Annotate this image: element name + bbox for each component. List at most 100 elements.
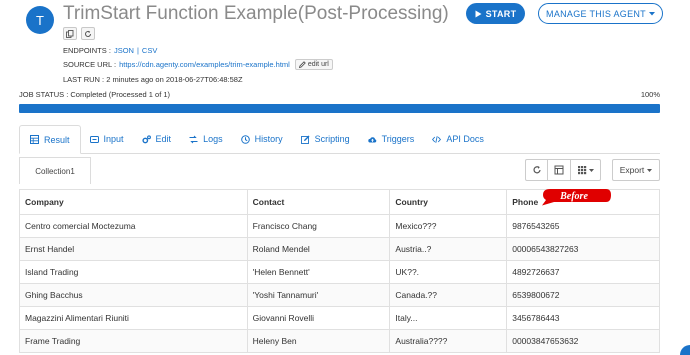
caret-down-icon [648,11,655,15]
list-view-icon [554,165,564,175]
play-icon [475,10,482,17]
manage-agent-button[interactable]: MANAGE THIS AGENT [538,3,663,24]
gears-icon [141,134,151,143]
contact-cell: Francisco Chang [246,214,391,238]
json-endpoint-link[interactable]: JSON [114,46,134,55]
tab-input-label: Input [103,134,124,144]
country-cell: Austria..? [389,237,508,261]
tab-input[interactable]: Input [81,125,133,153]
table-row: Island Trading 'Helen Bennett' UK??. 489… [19,260,660,284]
scroll-corner [680,345,690,355]
company-cell: Island Trading [19,260,248,284]
caret-down-icon [589,168,594,172]
job-status: JOB STATUS : Completed (Processed 1 of 1… [19,90,171,99]
tab-result-label: Result [44,134,70,145]
page-title: TrimStart Function Example(Post-Processi… [63,3,449,24]
csv-endpoint-link[interactable]: CSV [142,46,157,55]
agent-tabs: Result Input Edit Logs History Scripting… [19,125,660,154]
endpoints-row: ENDPOINTS : JSON | CSV [63,46,157,55]
column-header-contact[interactable]: Contact [246,189,391,215]
country-cell: Australia???? [389,329,508,353]
table-row: Ghing Bacchus 'Yoshi Tannamuri' Canada.?… [19,283,660,307]
logs-icon [189,135,198,143]
tab-logs[interactable]: Logs [180,125,232,153]
contact-cell: 'Helen Bennett' [246,260,391,284]
source-url-row: SOURCE URL : https://cdn.agenty.com/exam… [63,59,333,70]
result-table: Company Contact Country Phone Centro com… [19,189,660,353]
country-cell: Italy... [389,306,508,330]
job-percent: 100% [640,90,660,99]
job-progress-bar [19,104,660,113]
toggle-view-button[interactable] [548,159,571,181]
source-url-label: SOURCE URL : [63,60,117,69]
tab-edit[interactable]: Edit [133,125,181,153]
caret-down-icon [647,168,653,172]
company-cell: Frame Trading [19,329,248,353]
contact-cell: Heleny Ben [246,329,391,353]
table-row: Ernst Handel Roland Mendel Austria..? 00… [19,237,660,261]
source-url-link[interactable]: https://cdn.agenty.com/examples/trim-exa… [119,60,290,69]
start-label: START [485,8,517,19]
refresh-icon[interactable] [81,27,95,40]
edit-url-button[interactable]: edit url [294,59,333,70]
cloud-upload-icon [367,136,376,142]
tab-history[interactable]: History [232,125,292,153]
phone-cell: 4892726637 [506,260,660,284]
refresh-icon [532,165,541,174]
tab-history-label: History [254,134,283,144]
tab-edit-label: Edit [155,134,172,144]
job-progress-fill [19,104,660,113]
before-callout-label: Before [560,190,588,202]
phone-cell: 00006543827263 [506,237,660,261]
tab-scripting-label: Scripting [314,134,350,144]
phone-cell: 3456786443 [506,306,660,330]
country-cell: Mexico??? [389,214,508,238]
table-icon [30,135,39,144]
last-run: LAST RUN : 2 minutes ago on 2018-06-27T0… [63,75,243,84]
country-cell: Canada.?? [389,283,508,307]
table-row: Magazzini Alimentari Riuniti Giovanni Ro… [19,306,660,330]
contact-cell: Giovanni Rovelli [246,306,391,330]
endpoint-separator: | [136,46,139,55]
title-actions [63,27,95,40]
phone-cell: 6539800672 [506,283,660,307]
refresh-table-button[interactable] [525,159,548,181]
company-cell: Ghing Bacchus [19,283,248,307]
column-header-country[interactable]: Country [389,189,508,215]
input-icon [89,135,99,143]
tab-triggers[interactable]: Triggers [359,125,424,153]
copy-icon[interactable] [63,27,77,40]
tab-api-docs-label: API Docs [446,134,484,144]
company-cell: Magazzini Alimentari Riuniti [19,306,248,330]
tab-scripting[interactable]: Scripting [292,125,359,153]
company-cell: Ernst Handel [19,237,248,261]
export-button[interactable]: Export [612,159,660,181]
history-icon [240,134,250,144]
edit-url-label: edit url [307,61,329,68]
company-cell: Centro comercial Moctezuma [19,214,248,238]
pencil-icon [298,61,306,68]
export-label: Export [619,165,645,175]
phone-cell: 9876543265 [506,214,660,238]
tab-result[interactable]: Result [19,125,81,154]
columns-button[interactable] [571,159,601,181]
tab-api-docs[interactable]: API Docs [423,125,493,153]
country-cell: UK??. [389,260,508,284]
contact-cell: 'Yoshi Tannamuri' [246,283,391,307]
table-row: Frame Trading Heleny Ben Australia???? 0… [19,329,660,353]
collection-tab[interactable]: Collection1 [19,157,91,184]
column-header-company[interactable]: Company [19,189,248,215]
manage-label: MANAGE THIS AGENT [546,8,646,19]
start-button[interactable]: START [466,3,525,24]
table-row: Centro comercial Moctezuma Francisco Cha… [19,214,660,238]
grid-icon [578,166,587,175]
pencil-square-icon [300,135,310,144]
code-icon [432,135,442,143]
table-tools [525,159,601,181]
endpoints-label: ENDPOINTS : [63,46,111,55]
tab-logs-label: Logs [203,134,223,144]
contact-cell: Roland Mendel [246,237,391,261]
tab-triggers-label: Triggers [381,134,415,144]
agent-avatar: T [26,6,54,34]
phone-cell: 00003847653632 [506,329,660,353]
